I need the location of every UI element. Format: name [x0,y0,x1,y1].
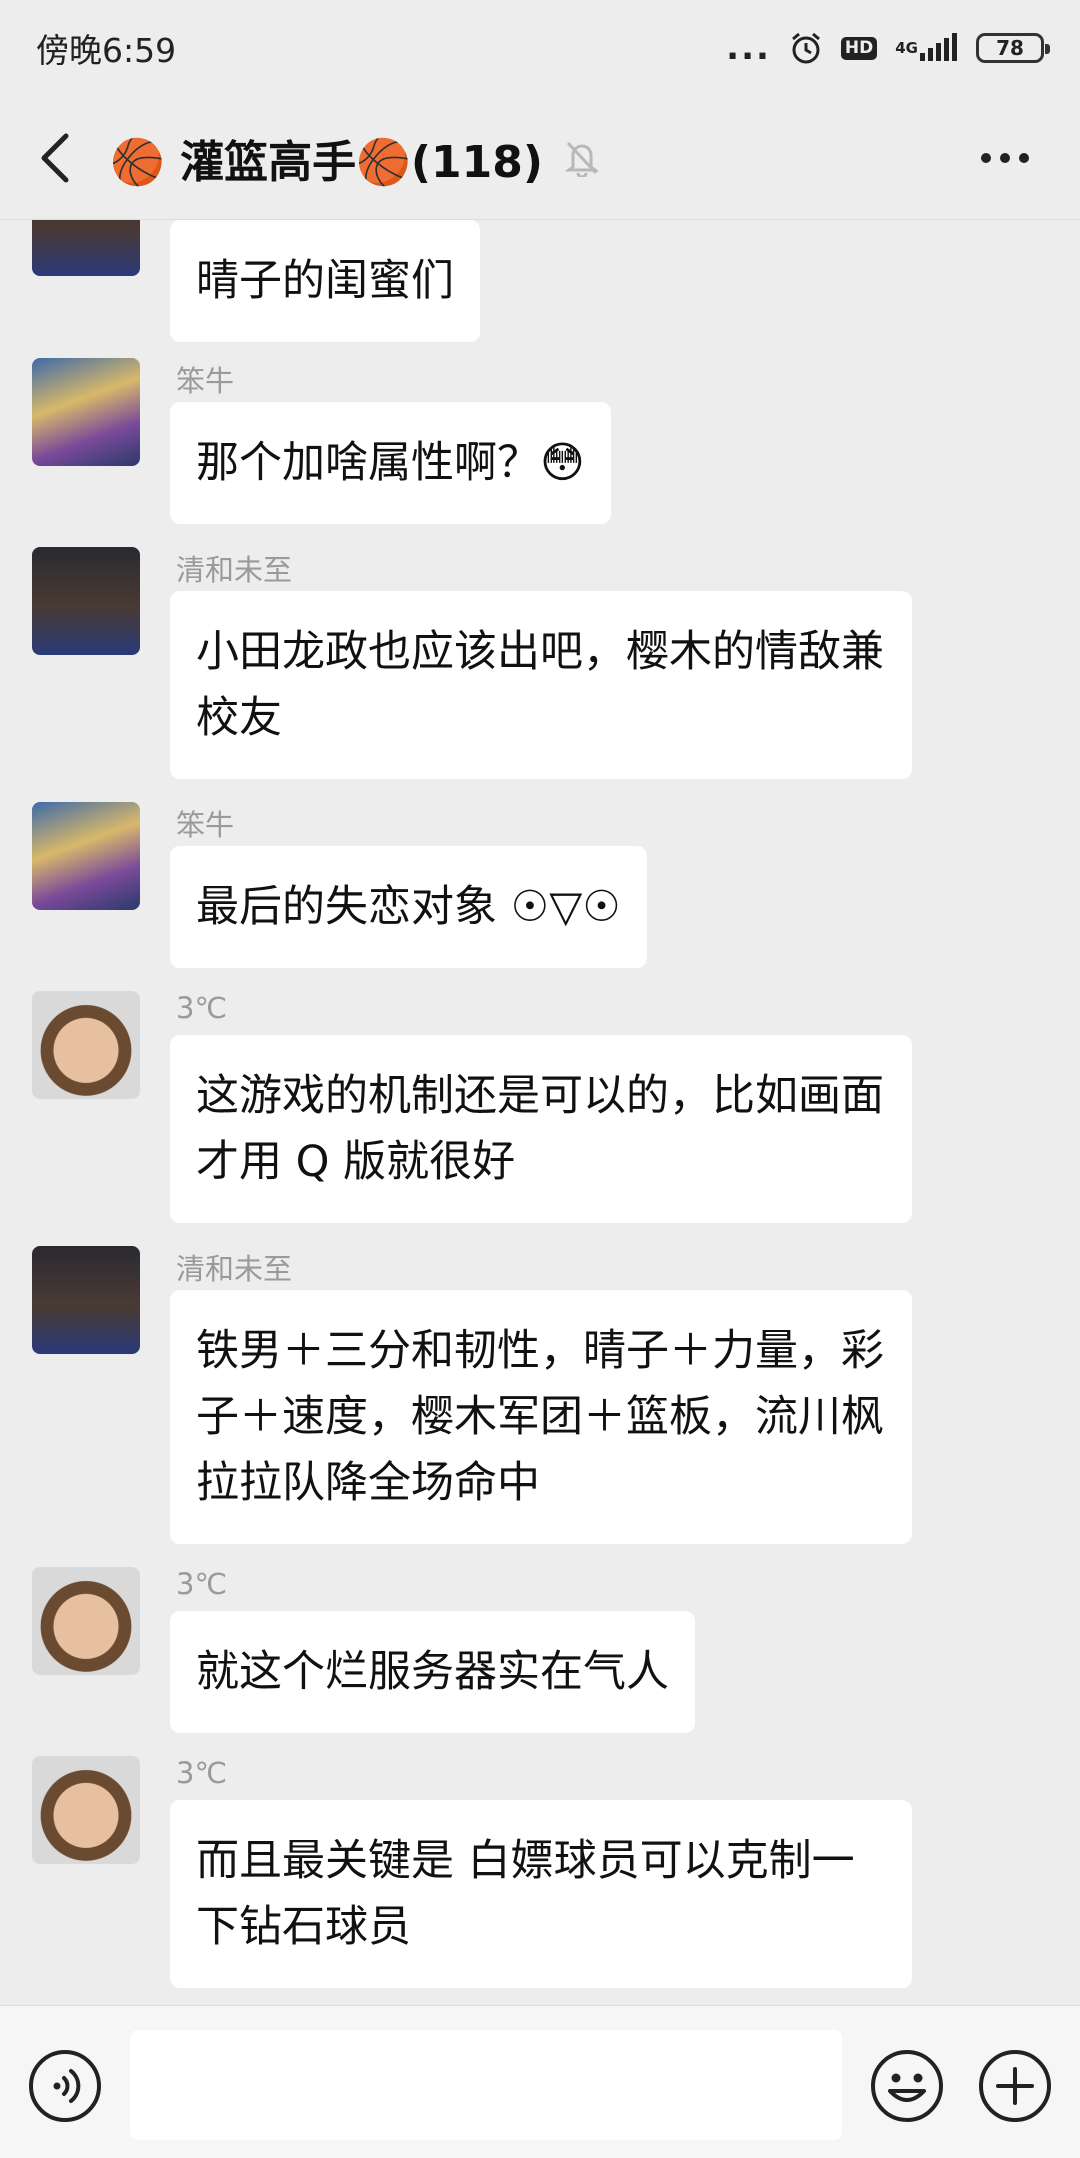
mute-icon [564,139,599,177]
alarm-icon [789,31,823,65]
message-bubble[interactable]: 晴子的闺蜜们 [170,220,480,342]
status-time: 傍晚6:59 [36,31,177,70]
chat-header: 🏀 灌篮高手🏀(118) [0,96,1080,220]
battery-level: 78 [996,36,1024,60]
message-bubble[interactable]: 那个加啥属性啊？😳 [170,402,611,524]
message-text: 这游戏的机制还是可以的，比如画面才用 Q 版就很好 [196,1071,884,1187]
man-avatar[interactable] [32,1567,140,1675]
more-icon [981,153,1029,163]
message-bubble[interactable]: 铁男＋三分和韧性，晴子＋力量，彩子＋速度，樱木军团＋篮板，流川枫拉拉队降全场命中 [170,1290,912,1544]
message-bubble[interactable]: 而且最关键是 白嫖球员可以克制一下钻石球员 [170,1800,912,1988]
back-button[interactable] [0,96,110,220]
message-bubble[interactable]: 最后的失恋对象 ☉▽☉ [170,846,647,968]
group-title: 🏀 灌篮高手🏀(118) [110,126,599,190]
voice-icon [29,2050,101,2122]
message-text: 晴子的闺蜜们 [196,256,454,306]
message-bubble[interactable]: 这游戏的机制还是可以的，比如画面才用 Q 版就很好 [170,1035,912,1223]
message-bubble[interactable]: 就这个烂服务器实在气人 [170,1611,695,1733]
voice-input-button[interactable] [28,2049,102,2123]
sender-name: 3℃ [176,1567,228,1601]
sender-name: 笨牛 [176,364,235,398]
message-text: 而且最关键是 白嫖球员可以克制一下钻石球员 [196,1836,855,1952]
signal-icon: 4G [895,33,958,63]
man-avatar[interactable] [32,1756,140,1864]
network-type-label: 4G [895,38,918,57]
anime-avatar[interactable] [32,358,140,466]
more-options-button[interactable] [960,96,1050,220]
status-icons: ... HD 4G 78 [726,28,1050,68]
message-text: 那个加啥属性啊？😳 [196,438,585,488]
basketball-avatar[interactable] [32,547,140,655]
basketball-avatar[interactable] [32,220,140,276]
message-text: 就这个烂服务器实在气人 [196,1647,669,1697]
message-list[interactable]: 晴子的闺蜜们 笨牛 那个加啥属性啊？😳 清和未至 小田龙政也应该出吧，樱木的情敌… [0,220,1080,2005]
smiley-icon [871,2050,943,2122]
hd-icon: HD [840,36,878,60]
sender-name: 笨牛 [176,808,235,842]
chevron-left-icon [41,133,69,182]
input-bar [0,2005,1080,2158]
message-text: 小田龙政也应该出吧，樱木的情敌兼校友 [196,627,884,743]
battery-icon: 78 [976,33,1050,63]
message-bubble[interactable]: 小田龙政也应该出吧，樱木的情敌兼校友 [170,591,912,779]
message-text: 最后的失恋对象 ☉▽☉ [196,882,621,932]
emoji-button[interactable] [870,2049,944,2123]
status-bar: 傍晚6:59 ... HD 4G 78 [0,0,1080,96]
sender-name: 清和未至 [176,553,293,587]
more-functions-button[interactable] [978,2049,1052,2123]
man-avatar[interactable] [32,991,140,1099]
sender-name: 清和未至 [176,1252,293,1286]
anime-avatar[interactable] [32,802,140,910]
sender-name: 3℃ [176,991,228,1025]
sender-name: 3℃ [176,1756,228,1790]
basketball-avatar[interactable] [32,1246,140,1354]
more-notifications-icon: ... [726,28,771,68]
message-text: 铁男＋三分和韧性，晴子＋力量，彩子＋速度，樱木军团＋篮板，流川枫拉拉队降全场命中 [196,1326,884,1508]
plus-icon [979,2050,1051,2122]
message-input[interactable] [130,2030,842,2140]
group-title-text: 🏀 灌篮高手🏀(118) [110,136,543,188]
